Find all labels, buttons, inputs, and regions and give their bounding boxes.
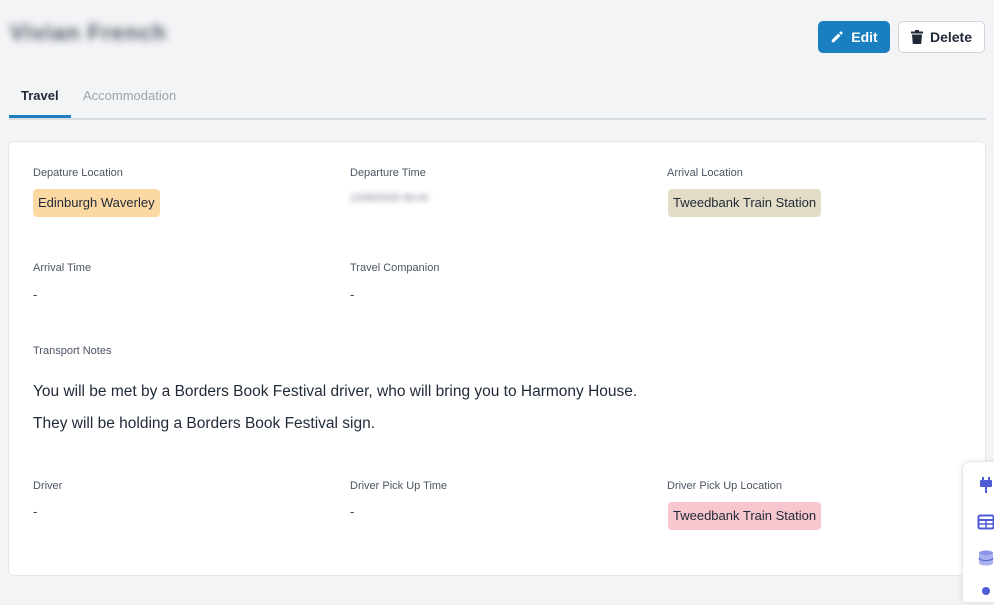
travel-companion-label: Travel Companion — [350, 262, 440, 274]
trash-icon — [910, 30, 923, 44]
driver-value: - — [33, 504, 38, 519]
plug-icon[interactable] — [977, 476, 994, 494]
page-title: Vivian French — [10, 20, 167, 45]
driver-pickup-time-label: Driver Pick Up Time — [350, 480, 448, 492]
arrival-location-label: Arrival Location — [667, 167, 743, 179]
driver-pickup-location-chip: Tweedbank Train Station — [668, 502, 822, 530]
table-icon[interactable] — [977, 513, 994, 531]
departure-time-label: Departure Time — [350, 167, 426, 179]
arrival-location-chip: Tweedbank Train Station — [668, 189, 822, 217]
departure-location-label: Depature Location — [33, 167, 123, 179]
driver-pickup-time-value: - — [350, 504, 355, 519]
delete-button[interactable]: Delete — [898, 21, 985, 53]
pencil-icon — [830, 30, 844, 44]
driver-label: Driver — [33, 480, 63, 492]
edit-button[interactable]: Edit — [818, 21, 890, 53]
arrival-time-label: Arrival Time — [33, 262, 92, 274]
dot-icon[interactable] — [977, 582, 994, 600]
arrival-time-value: - — [33, 287, 38, 302]
delete-label: Delete — [929, 29, 973, 45]
edit-label: Edit — [851, 29, 878, 45]
transport-notes-label: Transport Notes — [33, 345, 112, 357]
travel-details-card: Depature Location Edinburgh Waverley Dep… — [8, 141, 986, 576]
driver-pickup-location-label: Driver Pick Up Location — [667, 480, 782, 492]
tab-bar: Travel Accommodation — [9, 80, 986, 120]
transport-notes-line-2: They will be holding a Borders Book Fest… — [33, 415, 376, 432]
tab-accommodation[interactable]: Accommodation — [71, 80, 188, 118]
travel-companion-value: - — [350, 287, 355, 302]
departure-time-value: 12/06/2025 09:44 — [350, 193, 428, 204]
database-icon[interactable] — [977, 549, 994, 567]
tab-travel[interactable]: Travel — [9, 80, 71, 118]
departure-location-chip: Edinburgh Waverley — [33, 189, 160, 217]
transport-notes-text: You will be met by a Borders Book Festiv… — [33, 376, 637, 440]
floating-toolbar — [962, 461, 994, 603]
transport-notes-line-1: You will be met by a Borders Book Festiv… — [33, 383, 638, 400]
